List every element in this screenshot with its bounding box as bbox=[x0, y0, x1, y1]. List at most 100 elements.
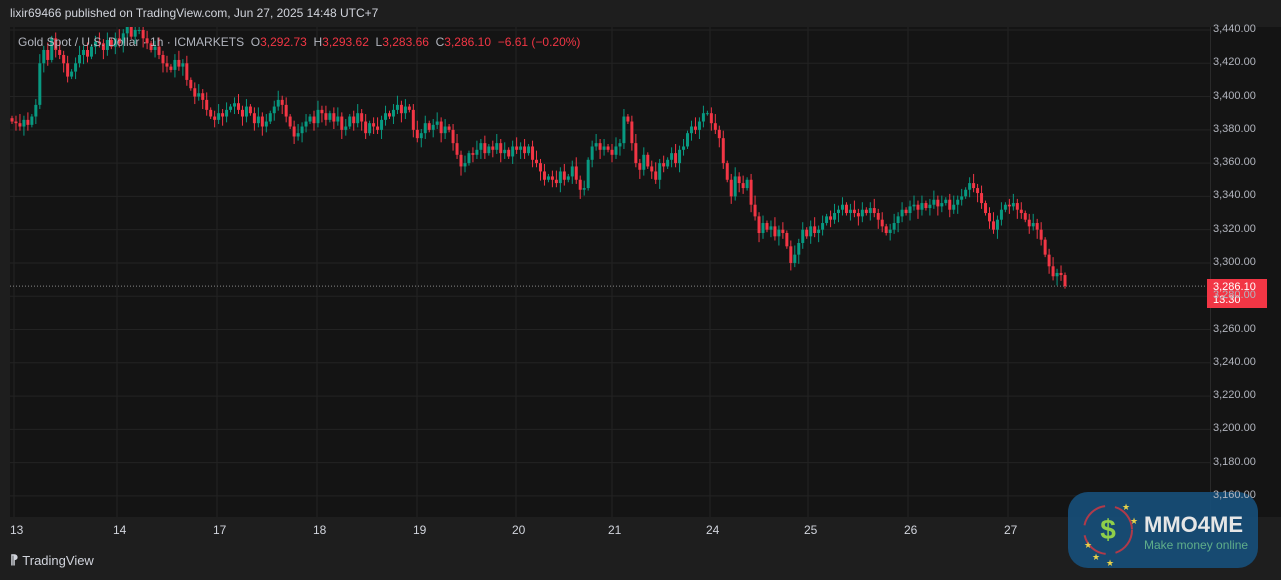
candle-body bbox=[531, 146, 535, 160]
candle-body bbox=[721, 138, 725, 164]
candle-body bbox=[733, 176, 737, 197]
low-value: 3,283.66 bbox=[382, 35, 429, 49]
candle-body bbox=[260, 116, 264, 127]
candle-body bbox=[376, 126, 380, 130]
candle-body bbox=[1015, 203, 1019, 210]
y-tick-label: 3,420.00 bbox=[1213, 56, 1256, 69]
candle-body bbox=[813, 226, 817, 234]
candle-body bbox=[582, 188, 586, 190]
candle-body bbox=[177, 59, 181, 67]
candle-body bbox=[725, 163, 729, 180]
candle-body bbox=[403, 106, 407, 114]
candle-body bbox=[678, 149, 682, 164]
candle-body bbox=[984, 203, 988, 214]
candle-body bbox=[753, 204, 757, 217]
candle-body bbox=[479, 143, 483, 150]
candle-body bbox=[240, 109, 244, 117]
candle-body bbox=[809, 226, 813, 237]
x-tick-label: 26 bbox=[904, 523, 918, 537]
candle-body bbox=[904, 209, 908, 214]
candle-body bbox=[538, 163, 542, 172]
candle-body bbox=[272, 106, 276, 114]
candle-body bbox=[1043, 239, 1047, 255]
candle-body bbox=[201, 93, 205, 100]
candle-body bbox=[693, 126, 697, 130]
candle-body bbox=[908, 206, 912, 214]
watermark-subtitle: Make money online bbox=[1144, 538, 1249, 552]
candle-body bbox=[757, 216, 761, 234]
candle-body bbox=[1055, 272, 1059, 277]
svg-text:★: ★ bbox=[1106, 558, 1114, 568]
candle-body bbox=[82, 49, 86, 55]
candle-body bbox=[686, 133, 690, 147]
candle-body bbox=[66, 63, 70, 77]
candle-body bbox=[892, 223, 896, 230]
candle-body bbox=[503, 149, 507, 154]
symbol-name[interactable]: Gold Spot / U.S. Dollar · 1h · ICMARKETS bbox=[18, 35, 244, 49]
candle-body bbox=[614, 146, 618, 155]
x-tick-label: 18 bbox=[313, 523, 327, 537]
candle-body bbox=[415, 129, 419, 139]
candle-body bbox=[284, 104, 288, 117]
candle-body bbox=[221, 113, 225, 117]
y-tick-label: 3,240.00 bbox=[1213, 355, 1256, 368]
x-tick-label: 24 bbox=[706, 523, 720, 537]
chart-pane[interactable] bbox=[10, 19, 1210, 517]
candle-body bbox=[1007, 204, 1011, 207]
candle-body bbox=[439, 121, 443, 134]
candle-body bbox=[495, 143, 499, 150]
candle-body bbox=[797, 242, 801, 255]
brand-name[interactable]: TradingView bbox=[22, 553, 94, 568]
candle-body bbox=[864, 209, 868, 214]
candle-body bbox=[372, 123, 376, 127]
candle-body bbox=[85, 49, 89, 57]
candle-body bbox=[411, 109, 415, 130]
candle-body bbox=[1027, 219, 1031, 227]
candle-body bbox=[542, 171, 546, 180]
candle-body bbox=[14, 121, 18, 124]
candle-body bbox=[364, 121, 368, 134]
candle-body bbox=[999, 209, 1003, 220]
candle-body bbox=[638, 163, 642, 170]
candle-body bbox=[459, 154, 463, 167]
candle-body bbox=[634, 143, 638, 164]
candle-body bbox=[650, 166, 654, 172]
candle-body bbox=[316, 109, 320, 124]
candle-body bbox=[515, 146, 519, 150]
candle-body bbox=[717, 129, 721, 139]
candle-body bbox=[737, 176, 741, 184]
x-tick-label: 20 bbox=[512, 523, 526, 537]
candle-body bbox=[387, 113, 391, 117]
y-tick-label: 3,260.00 bbox=[1213, 322, 1256, 335]
candle-body bbox=[554, 179, 558, 184]
candle-body bbox=[10, 118, 14, 122]
candle-body bbox=[399, 104, 403, 114]
candle-body bbox=[1019, 209, 1023, 214]
candle-body bbox=[181, 63, 185, 67]
svg-text:★: ★ bbox=[1130, 516, 1138, 526]
candle-body bbox=[340, 116, 344, 130]
candle-body bbox=[185, 63, 189, 80]
candle-body bbox=[447, 126, 451, 130]
y-tick-label: 3,180.00 bbox=[1213, 455, 1256, 468]
candle-body bbox=[948, 199, 952, 210]
candle-body bbox=[761, 223, 765, 234]
candle-body bbox=[1051, 266, 1055, 277]
candle-body bbox=[193, 88, 197, 97]
candle-body bbox=[562, 171, 566, 180]
y-tick-label: 3,200.00 bbox=[1213, 422, 1256, 435]
candle-body bbox=[527, 146, 531, 154]
candle-body bbox=[932, 199, 936, 205]
y-tick-label: 3,300.00 bbox=[1213, 255, 1256, 268]
candle-body bbox=[765, 223, 769, 230]
candle-body bbox=[940, 203, 944, 207]
candle-body bbox=[1035, 223, 1039, 230]
close-label: C bbox=[435, 35, 445, 49]
candle-body bbox=[46, 49, 50, 60]
tradingview-logo-icon: ⁋ bbox=[10, 552, 19, 567]
candle-body bbox=[463, 163, 467, 167]
candle-body bbox=[590, 146, 594, 160]
watermark-title: MMO4ME bbox=[1144, 512, 1243, 537]
candle-body bbox=[229, 106, 233, 110]
candle-body bbox=[781, 229, 785, 234]
